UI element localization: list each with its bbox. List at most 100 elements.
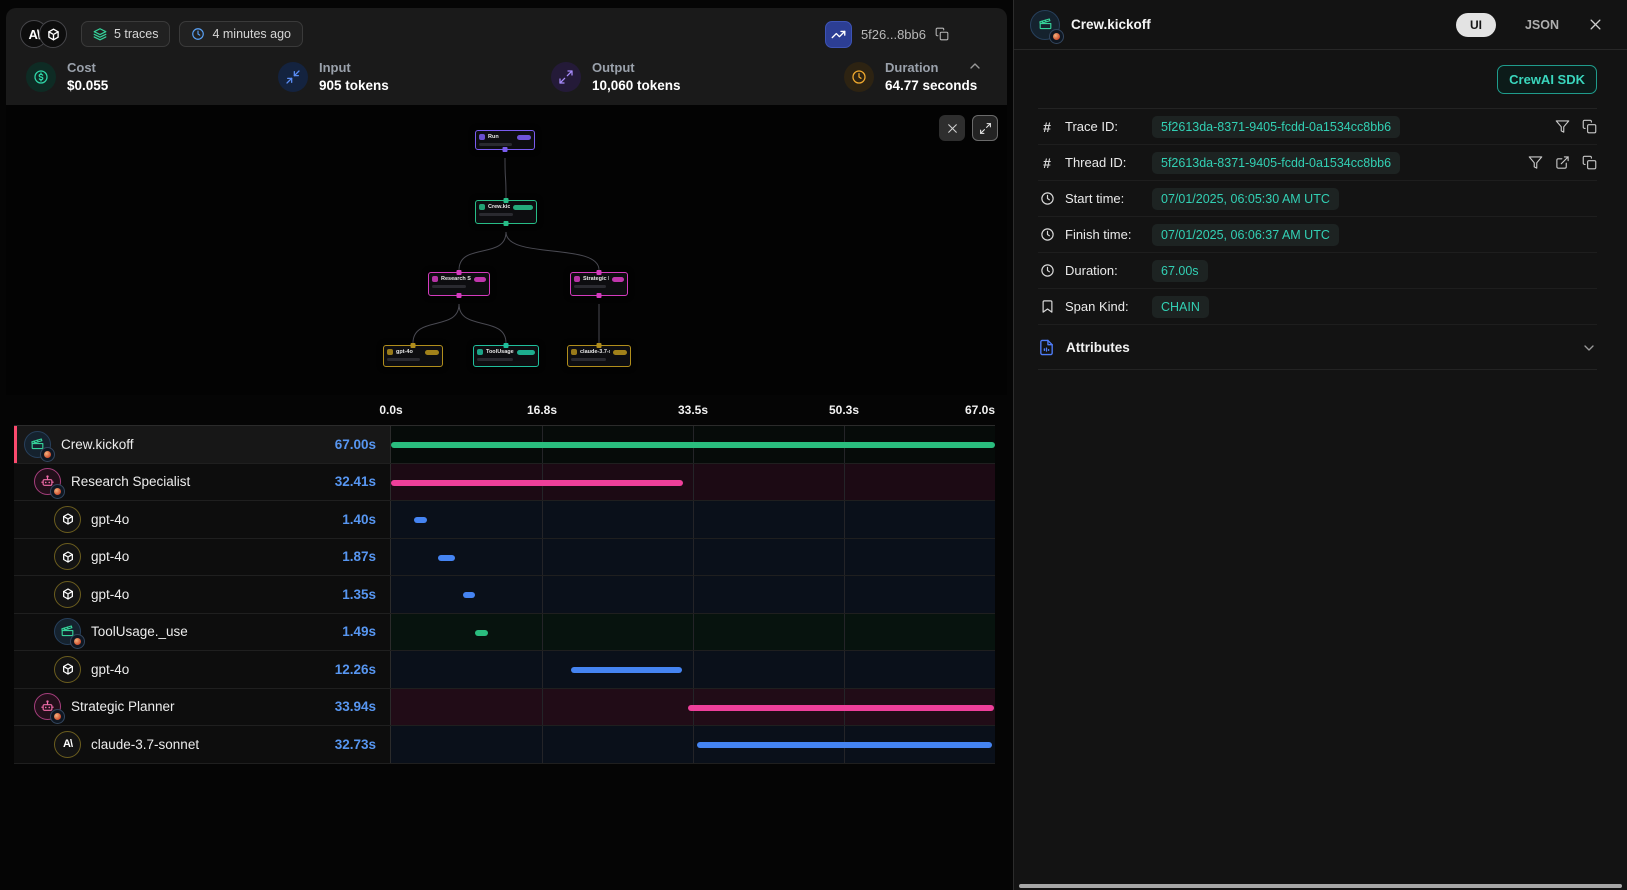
stat-label: Output [592,60,681,75]
panel-close-button[interactable] [1588,17,1603,32]
timeline-row-strategic-planner[interactable]: Strategic Planner33.94s [14,689,995,727]
row-label-cell[interactable]: Research Specialist32.41s [14,464,391,501]
row-track[interactable] [391,651,995,688]
row-label-cell[interactable]: gpt-4o1.35s [14,576,391,613]
node-input-handle[interactable] [411,343,416,348]
row-track[interactable] [391,539,995,576]
node-output-handle[interactable] [457,293,462,298]
tab-ui[interactable]: UI [1456,13,1496,37]
timeline-row-crew-kickoff[interactable]: Crew.kickoff67.00s [14,426,995,464]
row-label: gpt-4o [91,587,129,602]
copy-icon[interactable] [935,27,949,41]
field-value[interactable]: 07/01/2025, 06:06:37 AM UTC [1152,224,1339,246]
external-icon[interactable] [1555,155,1570,170]
graph-node-run[interactable]: Run [475,130,535,150]
field-value[interactable]: 67.00s [1152,260,1208,282]
gridline [542,539,543,576]
span-duration-bar[interactable] [391,480,683,486]
graph-node-gpt[interactable]: gpt-4o [383,345,443,367]
trace-chart-button[interactable] [825,21,852,48]
row-label-cell[interactable]: A\claude-3.7-sonnet32.73s [14,726,391,763]
node-input-handle[interactable] [457,270,462,275]
span-duration-bar[interactable] [571,667,682,673]
dollar-icon [26,62,56,92]
field-label: Trace ID: [1065,119,1143,134]
row-label-cell[interactable]: gpt-4o1.40s [14,501,391,538]
node-label: Crew.kickoff [488,204,510,210]
node-subtext [387,358,420,361]
graph-expand-button[interactable] [972,115,998,141]
timeline-row-toolusage-use[interactable]: ToolUsage._use1.49s [14,614,995,652]
span-duration-bar[interactable] [438,555,455,561]
chevron-up-icon[interactable] [967,58,983,74]
span-duration-bar[interactable] [463,592,475,598]
row-track[interactable] [391,426,995,463]
timeline-row-claude-3-7-sonnet[interactable]: A\claude-3.7-sonnet32.73s [14,726,995,764]
graph-node-crew[interactable]: Crew.kickoff [475,200,537,224]
clock-icon [1038,263,1056,278]
gridline [542,726,543,763]
row-track[interactable] [391,726,995,763]
graph-node-claude[interactable]: claude-3.7-sonnet [567,345,631,367]
span-duration-bar[interactable] [688,705,994,711]
span-duration-bar[interactable] [475,630,488,636]
graph-node-strategic[interactable]: Strategic Planner [570,272,628,296]
trace-graph-canvas[interactable]: Run Crew.kickoff Research Speciali... Strat… [6,105,1007,395]
stat-label: Duration [885,60,977,75]
clock-icon [191,27,205,41]
gridline [542,689,543,726]
crewai-logo-sub-badge [50,484,65,499]
node-label: Research Speciali... [441,276,471,282]
row-label-cell[interactable]: Strategic Planner33.94s [14,689,391,726]
crew-icon [1030,10,1060,40]
row-track[interactable] [391,501,995,538]
copy-icon[interactable] [1582,119,1597,134]
row-track[interactable] [391,689,995,726]
panel-title: Crew.kickoff [1071,17,1151,32]
timeline-row-gpt-4o[interactable]: gpt-4o1.40s [14,501,995,539]
tab-json[interactable]: JSON [1519,13,1565,37]
row-track[interactable] [391,576,995,613]
node-input-handle[interactable] [597,270,602,275]
openai-icon [54,543,81,570]
filter-icon[interactable] [1555,119,1570,134]
span-duration-bar[interactable] [414,517,427,523]
sdk-badge[interactable]: CrewAI SDK [1497,65,1597,94]
gridline [844,501,845,538]
node-input-handle[interactable] [504,198,509,203]
node-output-handle[interactable] [597,293,602,298]
field-value[interactable]: CHAIN [1152,296,1209,318]
timeline-row-gpt-4o[interactable]: gpt-4o1.87s [14,539,995,577]
graph-node-tool[interactable]: ToolUsage._use [473,345,539,367]
horizontal-scrollbar[interactable] [1019,884,1622,888]
copy-icon[interactable] [1582,155,1597,170]
row-label-cell[interactable]: gpt-4o12.26s [14,651,391,688]
timeline-row-gpt-4o[interactable]: gpt-4o12.26s [14,651,995,689]
timeline-row-gpt-4o[interactable]: gpt-4o1.35s [14,576,995,614]
arrows-in-icon [278,62,308,92]
span-duration-bar[interactable] [697,742,992,748]
row-label-cell[interactable]: ToolUsage._use1.49s [14,614,391,651]
row-label-cell[interactable]: Crew.kickoff67.00s [14,426,391,463]
field-value[interactable]: 5f2613da-8371-9405-fcdd-0a1534cc8bb6 [1152,116,1400,138]
node-subtext [574,285,606,288]
row-track[interactable] [391,614,995,651]
node-output-handle[interactable] [504,221,509,226]
sdk-badge-row: CrewAI SDK [1038,50,1597,109]
graph-close-button[interactable] [939,115,965,141]
row-label-cell[interactable]: gpt-4o1.87s [14,539,391,576]
node-input-handle[interactable] [504,343,509,348]
node-output-handle[interactable] [503,147,508,152]
field-value[interactable]: 5f2613da-8371-9405-fcdd-0a1534cc8bb6 [1152,152,1400,174]
age-badge[interactable]: 4 minutes ago [179,21,303,47]
graph-node-research[interactable]: Research Speciali... [428,272,490,296]
row-track[interactable] [391,464,995,501]
attributes-row[interactable]: Attributes [1038,325,1597,370]
node-input-handle[interactable] [597,343,602,348]
filter-icon[interactable] [1528,155,1543,170]
traces-badge[interactable]: 5 traces [81,21,170,47]
span-duration-bar[interactable] [391,442,995,448]
field-actions [1528,155,1597,170]
field-value[interactable]: 07/01/2025, 06:05:30 AM UTC [1152,188,1339,210]
timeline-row-research-specialist[interactable]: Research Specialist32.41s [14,464,995,502]
